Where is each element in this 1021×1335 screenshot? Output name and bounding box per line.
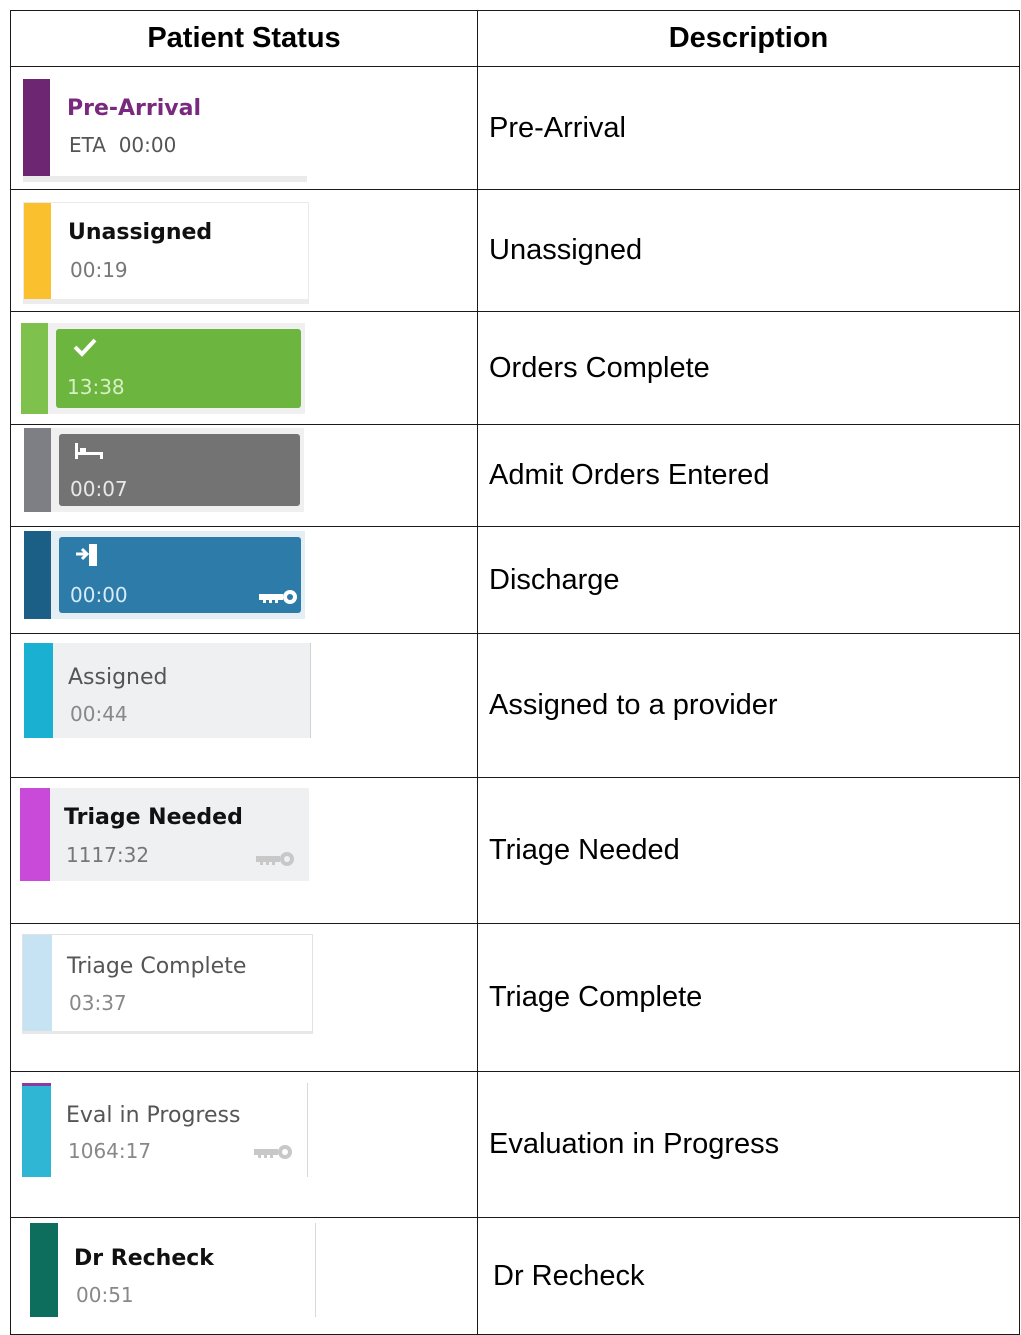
table-row: Eval in Progress 1064:17 Evaluation in P… — [10, 1071, 1020, 1218]
status-stripe — [21, 323, 48, 414]
header-patient-status: Patient Status — [10, 10, 478, 67]
status-badge-pre-arrival: Pre-Arrival ETA 00:00 — [23, 79, 307, 182]
status-badge-triage-complete: Triage Complete 03:37 — [22, 934, 313, 1034]
description-cell: Unassigned — [477, 189, 1020, 312]
status-stripe — [22, 1083, 51, 1177]
status-cell: 00:00 — [10, 526, 478, 634]
description-cell: Assigned to a provider — [477, 633, 1020, 778]
status-badge-dr-recheck: Dr Recheck 00:51 — [30, 1223, 316, 1317]
status-stripe — [24, 203, 51, 299]
description-cell: Evaluation in Progress — [477, 1071, 1020, 1218]
table-row: 00:07 Admit Orders Entered — [10, 424, 1020, 527]
status-title: Unassigned — [68, 220, 213, 245]
status-cell: Unassigned 00:19 — [10, 189, 478, 312]
status-time: 03:37 — [69, 991, 127, 1015]
status-stripe — [30, 1223, 58, 1317]
status-time: 00:19 — [70, 258, 128, 282]
table-row: Unassigned 00:19 Unassigned — [10, 189, 1020, 312]
status-cell: Pre-Arrival ETA 00:00 — [10, 66, 478, 190]
status-cell: Eval in Progress 1064:17 — [10, 1071, 478, 1218]
status-badge-triage-needed: Triage Needed 1117:32 — [20, 788, 309, 881]
status-time: 1117:32 — [66, 843, 150, 867]
status-stripe — [23, 935, 52, 1031]
description-cell: Dr Recheck — [477, 1217, 1020, 1335]
exit-door-icon — [74, 542, 100, 568]
table-row: 00:00 Discharge — [10, 526, 1020, 634]
bed-icon — [74, 442, 104, 460]
status-legend-table: Patient Status Description Pre-Arrival E… — [10, 10, 1020, 1335]
status-badge-admit-orders: 00:07 — [24, 428, 304, 512]
description-cell: Discharge — [477, 526, 1020, 634]
description-cell: Orders Complete — [477, 311, 1020, 425]
table-row: Triage Needed 1117:32 Triage Needed — [10, 777, 1020, 924]
status-badge-eval-in-progress: Eval in Progress 1064:17 — [22, 1083, 308, 1177]
status-title: Triage Needed — [64, 805, 243, 830]
status-badge-unassigned: Unassigned 00:19 — [23, 202, 309, 304]
status-badge-assigned: Assigned 00:44 — [24, 643, 311, 738]
status-title: Dr Recheck — [74, 1246, 214, 1271]
status-time: 00:44 — [70, 702, 128, 726]
key-icon — [252, 1143, 298, 1161]
table-row: Assigned 00:44 Assigned to a provider — [10, 633, 1020, 778]
status-time: 13:38 — [67, 375, 125, 399]
status-time: 00:07 — [70, 477, 128, 501]
status-stripe — [24, 428, 51, 512]
key-icon — [257, 588, 303, 606]
status-cell: Triage Needed 1117:32 — [10, 777, 478, 924]
status-title: Eval in Progress — [66, 1103, 241, 1128]
table-row: Dr Recheck 00:51 Dr Recheck — [10, 1217, 1020, 1335]
status-stripe — [23, 79, 50, 176]
status-title: Pre-Arrival — [67, 96, 202, 121]
header-row: Patient Status Description — [10, 10, 1020, 67]
status-stripe — [24, 643, 53, 738]
status-cell: 00:07 — [10, 424, 478, 527]
table-row: Triage Complete 03:37 Triage Complete — [10, 923, 1020, 1072]
header-description: Description — [477, 10, 1020, 67]
description-cell: Admit Orders Entered — [477, 424, 1020, 527]
status-time: 1064:17 — [68, 1139, 152, 1163]
status-title: Assigned — [68, 665, 168, 690]
description-cell: Pre-Arrival — [477, 66, 1020, 190]
status-time: 00:00 — [70, 583, 128, 607]
table-row: 13:38 Orders Complete — [10, 311, 1020, 425]
status-cell: Triage Complete 03:37 — [10, 923, 478, 1072]
status-cell: Dr Recheck 00:51 — [10, 1217, 478, 1335]
description-cell: Triage Complete — [477, 923, 1020, 1072]
checkmark-icon — [73, 337, 97, 357]
status-time: ETA 00:00 — [69, 133, 177, 157]
status-stripe — [24, 531, 51, 619]
table-row: Pre-Arrival ETA 00:00 Pre-Arrival — [10, 66, 1020, 190]
description-cell: Triage Needed — [477, 777, 1020, 924]
status-time: 00:51 — [76, 1283, 134, 1307]
key-icon — [254, 850, 300, 868]
status-title: Triage Complete — [67, 954, 247, 979]
status-stripe — [20, 788, 50, 881]
status-cell: Assigned 00:44 — [10, 633, 478, 778]
status-cell: 13:38 — [10, 311, 478, 425]
status-badge-orders-complete: 13:38 — [21, 323, 305, 414]
status-badge-discharge: 00:00 — [24, 531, 305, 619]
